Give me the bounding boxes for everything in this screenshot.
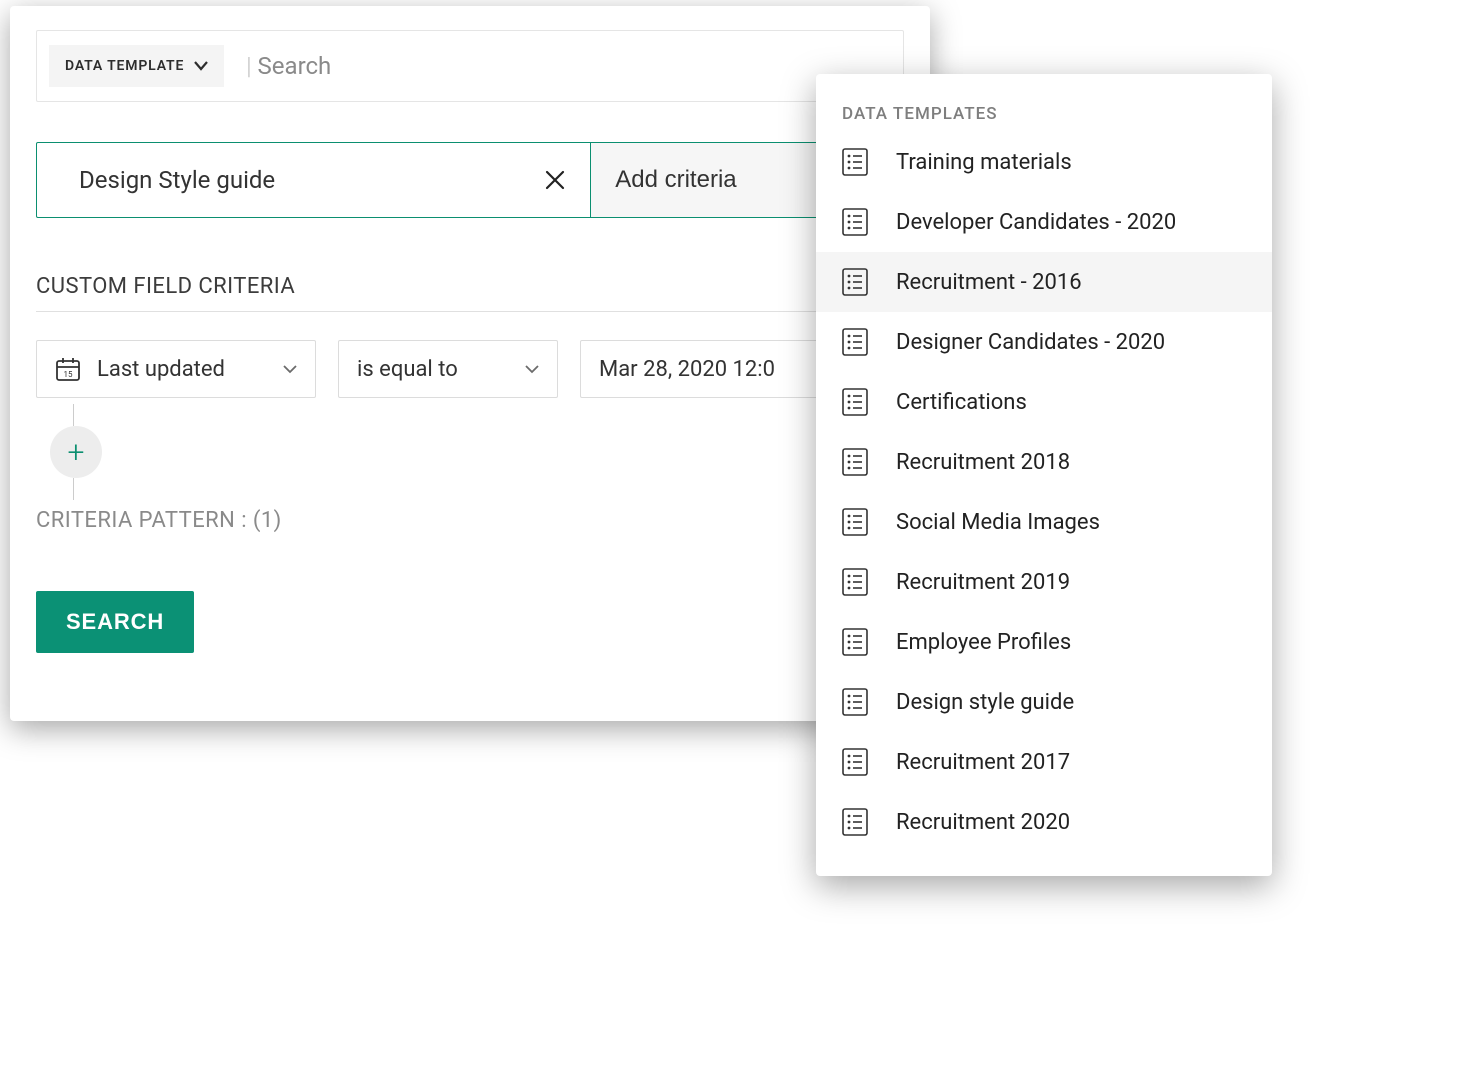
connector-line (72, 404, 74, 426)
data-templates-dropdown: DATA TEMPLATES Training materials Develop… (816, 74, 1272, 876)
svg-text:15: 15 (64, 370, 73, 379)
dropdown-item-label: Recruitment 2017 (896, 750, 1070, 775)
dropdown-list: Training materials Developer Candidates -… (816, 132, 1272, 852)
dropdown-item-label: Design style guide (896, 690, 1074, 715)
criteria-pattern-label: CRITERIA PATTERN : (36, 508, 247, 533)
dropdown-item[interactable]: Social Media Images (816, 492, 1272, 552)
search-placeholder: Search (258, 52, 332, 80)
template-type-selector[interactable]: DATA TEMPLATE (49, 45, 224, 87)
dropdown-item-label: Employee Profiles (896, 630, 1071, 655)
dropdown-item[interactable]: Recruitment 2019 (816, 552, 1272, 612)
criteria-pattern-value: (1) (253, 508, 282, 533)
template-type-label: DATA TEMPLATE (65, 58, 184, 74)
criteria-value: Mar 28, 2020 12:0 (599, 357, 775, 382)
chevron-down-icon (283, 365, 297, 374)
dropdown-item-label: Certifications (896, 390, 1027, 415)
text-cursor-icon: | (246, 52, 251, 80)
dropdown-item[interactable]: Training materials (816, 132, 1272, 192)
plus-icon: + (68, 435, 85, 470)
dropdown-item[interactable]: Recruitment 2017 (816, 732, 1272, 792)
template-icon (842, 748, 868, 776)
template-icon (842, 268, 868, 296)
template-icon (842, 388, 868, 416)
divider (36, 311, 904, 312)
search-input[interactable]: | Search (224, 31, 331, 101)
custom-field-heading: CUSTOM FIELD CRITERIA (36, 274, 904, 299)
template-icon (842, 208, 868, 236)
template-icon (842, 328, 868, 356)
search-button-label: SEARCH (66, 609, 164, 634)
criteria-pattern: CRITERIA PATTERN : (1) (36, 508, 904, 533)
chevron-down-icon (194, 61, 208, 71)
dropdown-item[interactable]: Employee Profiles (816, 612, 1272, 672)
dropdown-item-label: Social Media Images (896, 510, 1100, 535)
connector-line (72, 478, 74, 500)
dropdown-item[interactable]: Recruitment 2018 (816, 432, 1272, 492)
dropdown-item[interactable]: Recruitment 2020 (816, 792, 1272, 852)
calendar-icon: 15 (55, 356, 81, 382)
criteria-operator-label: is equal to (357, 357, 458, 382)
add-criteria-row-button[interactable]: + (50, 426, 102, 478)
criteria-row: 15 Last updated is equal to Mar 28, 2020… (36, 340, 904, 398)
dropdown-item-label: Developer Candidates - 2020 (896, 210, 1176, 235)
dropdown-item[interactable]: Designer Candidates - 2020 (816, 312, 1272, 372)
dropdown-item-label: Designer Candidates - 2020 (896, 330, 1165, 355)
criteria-operator-select[interactable]: is equal to (338, 340, 558, 398)
selected-template-name: Design Style guide (79, 166, 275, 194)
dropdown-item-label: Recruitment 2018 (896, 450, 1070, 475)
criteria-field-label: Last updated (97, 357, 225, 382)
dropdown-item-label: Recruitment 2020 (896, 810, 1070, 835)
add-criteria-label: Add criteria (615, 166, 736, 193)
template-icon (842, 148, 868, 176)
template-icon (842, 628, 868, 656)
search-button[interactable]: SEARCH (36, 591, 194, 653)
dropdown-item[interactable]: Certifications (816, 372, 1272, 432)
dropdown-item[interactable]: Design style guide (816, 672, 1272, 732)
dropdown-item[interactable]: Developer Candidates - 2020 (816, 192, 1272, 252)
dropdown-item-label: Recruitment 2019 (896, 570, 1070, 595)
dropdown-item-label: Recruitment - 2016 (896, 270, 1082, 295)
selected-template: Design Style guide (37, 143, 591, 217)
dropdown-header: DATA TEMPLATES (816, 104, 1272, 132)
template-icon (842, 448, 868, 476)
selected-template-row: Design Style guide Add criteria (36, 142, 904, 218)
template-icon (842, 808, 868, 836)
search-bar: DATA TEMPLATE | Search (36, 30, 904, 102)
chevron-down-icon (525, 365, 539, 374)
clear-template-icon[interactable] (544, 169, 566, 191)
template-icon (842, 568, 868, 596)
search-panel: DATA TEMPLATE | Search Design Style guid… (10, 6, 930, 721)
template-icon (842, 508, 868, 536)
dropdown-item[interactable]: Recruitment - 2016 (816, 252, 1272, 312)
template-icon (842, 688, 868, 716)
dropdown-item-label: Training materials (896, 150, 1072, 175)
criteria-field-select[interactable]: 15 Last updated (36, 340, 316, 398)
